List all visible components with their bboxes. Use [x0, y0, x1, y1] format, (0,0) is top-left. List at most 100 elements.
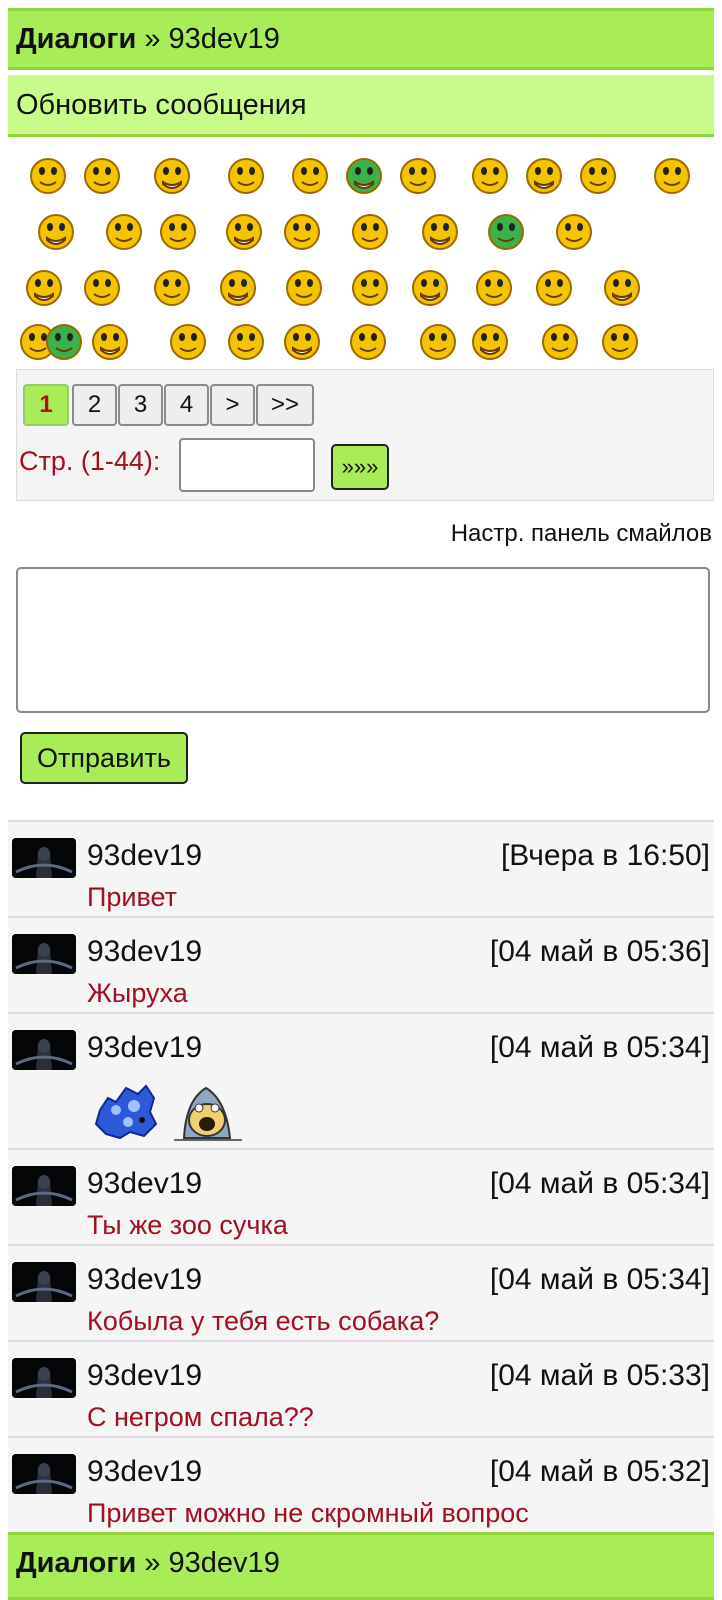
smiley-icon[interactable] [102, 208, 146, 252]
footer-separator: » [144, 1547, 161, 1579]
smiley-icon[interactable] [280, 318, 324, 362]
page-button-1[interactable]: 1 [23, 384, 69, 426]
smiley-icon[interactable] [598, 318, 642, 362]
message-text: Кобыла у тебя есть собака? [87, 1306, 440, 1336]
message-time: [04 май в 05:34] [489, 1263, 710, 1296]
smiley-icon[interactable] [156, 208, 200, 252]
message-text: Ты же зоо сучка [87, 1210, 288, 1240]
smiley-icon[interactable] [416, 318, 460, 362]
last-page-button[interactable]: >> [256, 384, 314, 426]
smiley-icon[interactable] [408, 264, 452, 308]
message-author[interactable]: 93dev19 [87, 1262, 202, 1298]
avatar[interactable] [12, 1030, 76, 1070]
message-author[interactable]: 93dev19 [87, 838, 202, 874]
smiley-icon[interactable] [538, 318, 582, 362]
message-text: Жыруха [87, 978, 188, 1008]
page-range-label: Стр. (1-44): [19, 446, 161, 476]
smiley-icon[interactable] [22, 264, 66, 308]
message-list: 93dev19 [Вчера в 16:50] Привет 93dev19 [… [8, 820, 714, 1532]
footer-title[interactable]: Диалоги [16, 1547, 136, 1579]
smiley-icon[interactable] [224, 152, 268, 196]
footer-user: 93dev19 [168, 1547, 280, 1579]
smiley-icon[interactable] [342, 152, 386, 196]
avatar[interactable] [12, 838, 76, 878]
smiley-icon[interactable] [552, 208, 596, 252]
message-time: [04 май в 05:33] [489, 1359, 710, 1392]
avatar[interactable] [12, 1358, 76, 1398]
message-time: [04 май в 05:36] [489, 935, 710, 968]
message-text: Привет можно не скромный вопрос [87, 1498, 529, 1528]
message-item: 93dev19 [04 май в 05:34] [8, 1012, 714, 1148]
next-page-button[interactable]: > [210, 384, 255, 426]
message-item: 93dev19 [04 май в 05:32] Привет можно не… [8, 1436, 714, 1532]
smiley-icon[interactable] [216, 264, 260, 308]
smiley-icon[interactable] [280, 208, 324, 252]
message-smileys [94, 1084, 242, 1141]
message-time: [04 май в 05:34] [489, 1167, 710, 1200]
smiley-icon[interactable] [34, 208, 78, 252]
smiley-icon[interactable] [396, 152, 440, 196]
message-input[interactable] [16, 567, 710, 713]
header-title[interactable]: Диалоги [16, 23, 136, 55]
smiley-icon[interactable] [224, 318, 268, 362]
smiley-icon[interactable] [150, 152, 194, 196]
message-author[interactable]: 93dev19 [87, 1030, 202, 1066]
blue-dog-smiley-icon [94, 1084, 158, 1140]
message-pictures [94, 1080, 244, 1147]
smiley-icon[interactable] [348, 264, 392, 308]
page-number-input[interactable] [179, 438, 315, 492]
dog-face-smiley-icon [174, 1086, 242, 1141]
top-divider [0, 0, 722, 7]
message-time: [04 май в 05:32] [489, 1455, 710, 1488]
message-item: 93dev19 [04 май в 05:36] Жыруха [8, 916, 714, 1012]
page-button-2[interactable]: 2 [72, 384, 117, 426]
avatar[interactable] [12, 1454, 76, 1494]
smiley-icon[interactable] [522, 152, 566, 196]
message-author[interactable]: 93dev19 [87, 1454, 202, 1490]
header-user: 93dev19 [168, 23, 280, 55]
smiley-icon[interactable] [80, 152, 124, 196]
smiley-icon[interactable] [88, 318, 132, 362]
smiley-icon[interactable] [80, 264, 124, 308]
message-item: 93dev19 [04 май в 05:34] Кобыла у тебя е… [8, 1244, 714, 1340]
message-author[interactable]: 93dev19 [87, 934, 202, 970]
smiley-icon[interactable] [600, 264, 644, 308]
avatar[interactable] [12, 1262, 76, 1302]
dialog-page: Диалоги » 93dev19 Обновить сообщения 1 2… [0, 0, 722, 1600]
smiley-icon[interactable] [468, 152, 512, 196]
smiley-icon[interactable] [282, 264, 326, 308]
smiley-icon[interactable] [26, 152, 70, 196]
message-time: [Вчера в 16:50] [500, 839, 710, 872]
smiley-icon[interactable] [650, 152, 694, 196]
message-author[interactable]: 93dev19 [87, 1166, 202, 1202]
avatar[interactable] [12, 1166, 76, 1206]
smiley-icon[interactable] [472, 264, 516, 308]
message-item: 93dev19 [04 май в 05:34] Ты же зоо сучка [8, 1148, 714, 1244]
message-text: С негром спала?? [87, 1402, 314, 1432]
smiley-icon[interactable] [348, 208, 392, 252]
smiley-icon[interactable] [150, 264, 194, 308]
smiley-icon[interactable] [288, 152, 332, 196]
page-button-4[interactable]: 4 [164, 384, 209, 426]
dialog-footer: Диалоги » 93dev19 [8, 1532, 714, 1600]
header-separator: » [144, 23, 161, 55]
go-to-page-button[interactable]: »»» [331, 444, 389, 490]
smiley-icon[interactable] [222, 208, 266, 252]
smiley-icon[interactable] [532, 264, 576, 308]
refresh-messages-link[interactable]: Обновить сообщения [8, 75, 714, 137]
message-text: Привет [87, 882, 178, 912]
smiley-icon[interactable] [468, 318, 512, 362]
message-item: 93dev19 [Вчера в 16:50] Привет [8, 820, 714, 916]
smiley-icon[interactable] [576, 152, 620, 196]
smiley-icon[interactable] [166, 318, 210, 362]
smiley-settings-link[interactable]: Настр. панель смайлов [451, 520, 712, 548]
smiley-icon[interactable] [484, 208, 528, 252]
page-button-3[interactable]: 3 [118, 384, 163, 426]
dialog-header: Диалоги » 93dev19 [8, 8, 714, 70]
avatar[interactable] [12, 934, 76, 974]
smiley-icon[interactable] [42, 318, 86, 362]
smiley-icon[interactable] [346, 318, 390, 362]
send-button[interactable]: Отправить [20, 732, 188, 784]
smiley-icon[interactable] [418, 208, 462, 252]
message-author[interactable]: 93dev19 [87, 1358, 202, 1394]
